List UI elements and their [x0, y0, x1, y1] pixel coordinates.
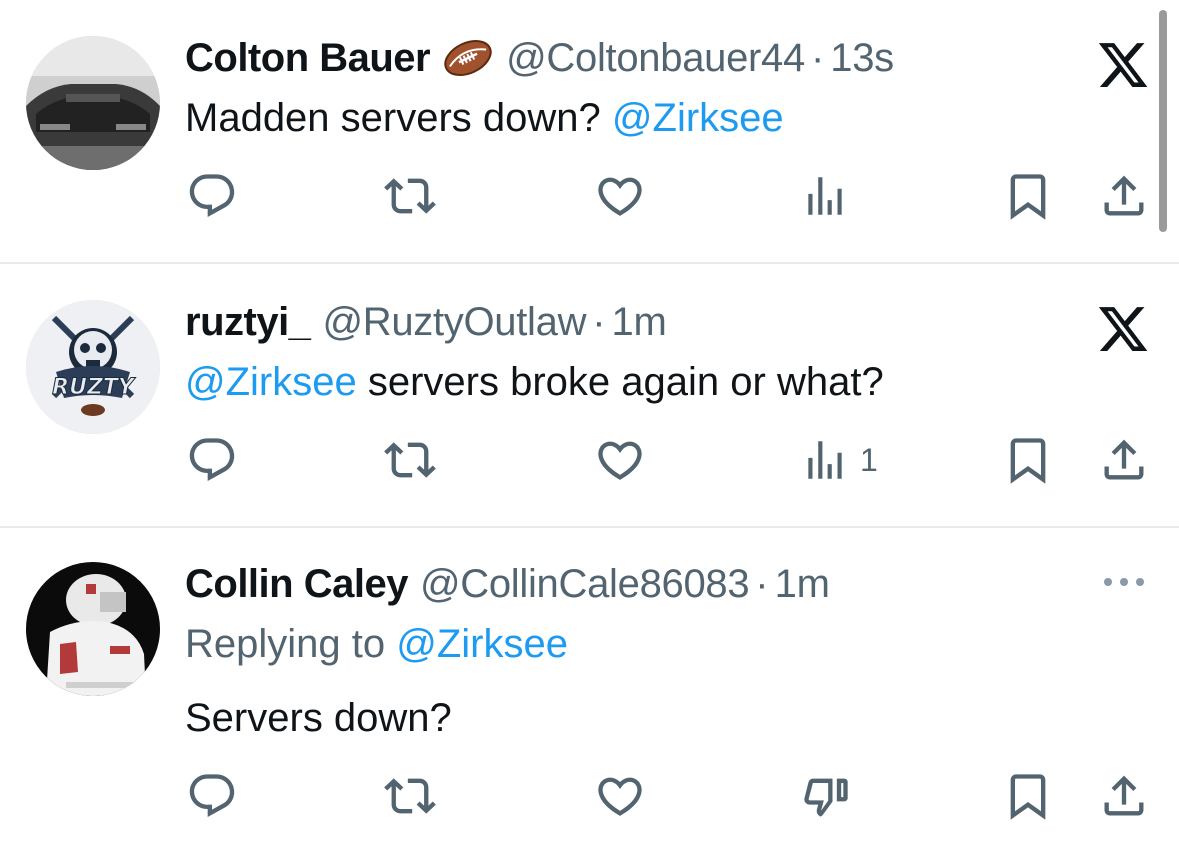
share-icon — [1098, 170, 1150, 222]
like-button[interactable] — [594, 768, 646, 824]
mention-link[interactable]: @Zirksee — [396, 622, 568, 666]
display-name[interactable]: ruztyi_ — [185, 298, 311, 346]
reply-icon — [186, 170, 238, 222]
avatar[interactable] — [26, 562, 160, 696]
tweet-text-part: Madden servers down? — [185, 96, 612, 140]
user-handle[interactable]: @RuztyOutlaw — [322, 298, 586, 346]
bookmark-icon — [1002, 170, 1054, 222]
retweet-button[interactable] — [384, 768, 436, 824]
bookmark-button[interactable] — [1002, 432, 1054, 488]
timestamp[interactable]: 1m — [612, 298, 667, 346]
mention-link[interactable]: @Zirksee — [612, 96, 784, 140]
bookmark-button[interactable] — [1002, 168, 1054, 224]
separator-dot: · — [755, 562, 769, 606]
avatar[interactable]: RUZTY — [26, 300, 160, 434]
replying-to-label: Replying to — [185, 622, 397, 666]
heart-icon — [594, 770, 646, 822]
mention-link[interactable]: @Zirksee — [185, 360, 357, 404]
downvote-button[interactable] — [800, 768, 852, 824]
views-button[interactable]: 1 — [800, 432, 878, 488]
avatar-brand-text: RUZTY — [52, 375, 136, 400]
separator-dot: · — [592, 300, 606, 344]
retweet-button[interactable] — [384, 432, 436, 488]
heart-icon — [594, 170, 646, 222]
tweet-actions — [0, 168, 1179, 224]
reply-icon — [186, 770, 238, 822]
bookmark-button[interactable] — [1002, 768, 1054, 824]
tweet-text: @Zirksee servers broke again or what? — [185, 358, 884, 406]
retweet-icon — [384, 770, 436, 822]
tweet[interactable]: RUZTY ruztyi_ @RuztyOutlaw · 1m @Zirksee… — [0, 264, 1179, 526]
tweet-actions — [0, 768, 1179, 824]
retweet-button[interactable] — [384, 168, 436, 224]
analytics-icon — [800, 434, 850, 486]
views-count: 1 — [860, 441, 878, 478]
share-button[interactable] — [1098, 168, 1150, 224]
like-button[interactable] — [594, 432, 646, 488]
share-button[interactable] — [1098, 432, 1150, 488]
separator-dot: · — [810, 36, 825, 80]
x-logo-icon — [1096, 38, 1150, 92]
display-name[interactable]: Colton Bauer — [185, 34, 431, 82]
tweet-text: Madden servers down? @Zirksee — [185, 94, 784, 142]
thumbs-down-icon — [800, 770, 852, 822]
scrollbar[interactable] — [1159, 10, 1167, 232]
share-icon — [1098, 770, 1150, 822]
tweet-text: Servers down? — [185, 696, 452, 740]
football-emoji-icon — [442, 36, 494, 80]
like-button[interactable] — [594, 168, 646, 224]
tweet[interactable]: Colton Bauer @Coltonbauer44 · 13s Madden… — [0, 0, 1179, 262]
avatar[interactable] — [26, 36, 160, 170]
reply-icon — [186, 434, 238, 486]
reply-button[interactable] — [186, 168, 238, 224]
display-name[interactable]: Collin Caley — [185, 560, 408, 608]
timestamp[interactable]: 13s — [830, 34, 894, 82]
user-handle[interactable]: @Coltonbauer44 — [506, 34, 805, 82]
analytics-icon — [800, 170, 850, 222]
retweet-icon — [384, 434, 436, 486]
replying-to-line: Replying to @Zirksee — [185, 620, 568, 668]
reply-button[interactable] — [186, 768, 238, 824]
share-icon — [1098, 434, 1150, 486]
tweet-header: Colton Bauer @Coltonbauer44 · 13s — [185, 34, 894, 82]
x-logo-icon — [1096, 302, 1150, 356]
bookmark-icon — [1002, 770, 1054, 822]
reply-button[interactable] — [186, 432, 238, 488]
share-button[interactable] — [1098, 768, 1150, 824]
user-handle[interactable]: @CollinCale86083 — [420, 560, 750, 608]
more-icon[interactable] — [1100, 572, 1148, 592]
heart-icon — [594, 434, 646, 486]
retweet-icon — [384, 170, 436, 222]
tweet-header: Collin Caley @CollinCale86083 · 1m — [185, 560, 830, 608]
tweet-text-part: servers broke again or what? — [356, 360, 884, 404]
tweet[interactable]: Collin Caley @CollinCale86083 · 1m Reply… — [0, 528, 1179, 848]
views-button[interactable] — [800, 168, 850, 224]
timestamp[interactable]: 1m — [775, 560, 830, 608]
tweet-actions: 1 — [0, 432, 1179, 488]
tweet-header: ruztyi_ @RuztyOutlaw · 1m — [185, 298, 667, 346]
bookmark-icon — [1002, 434, 1054, 486]
